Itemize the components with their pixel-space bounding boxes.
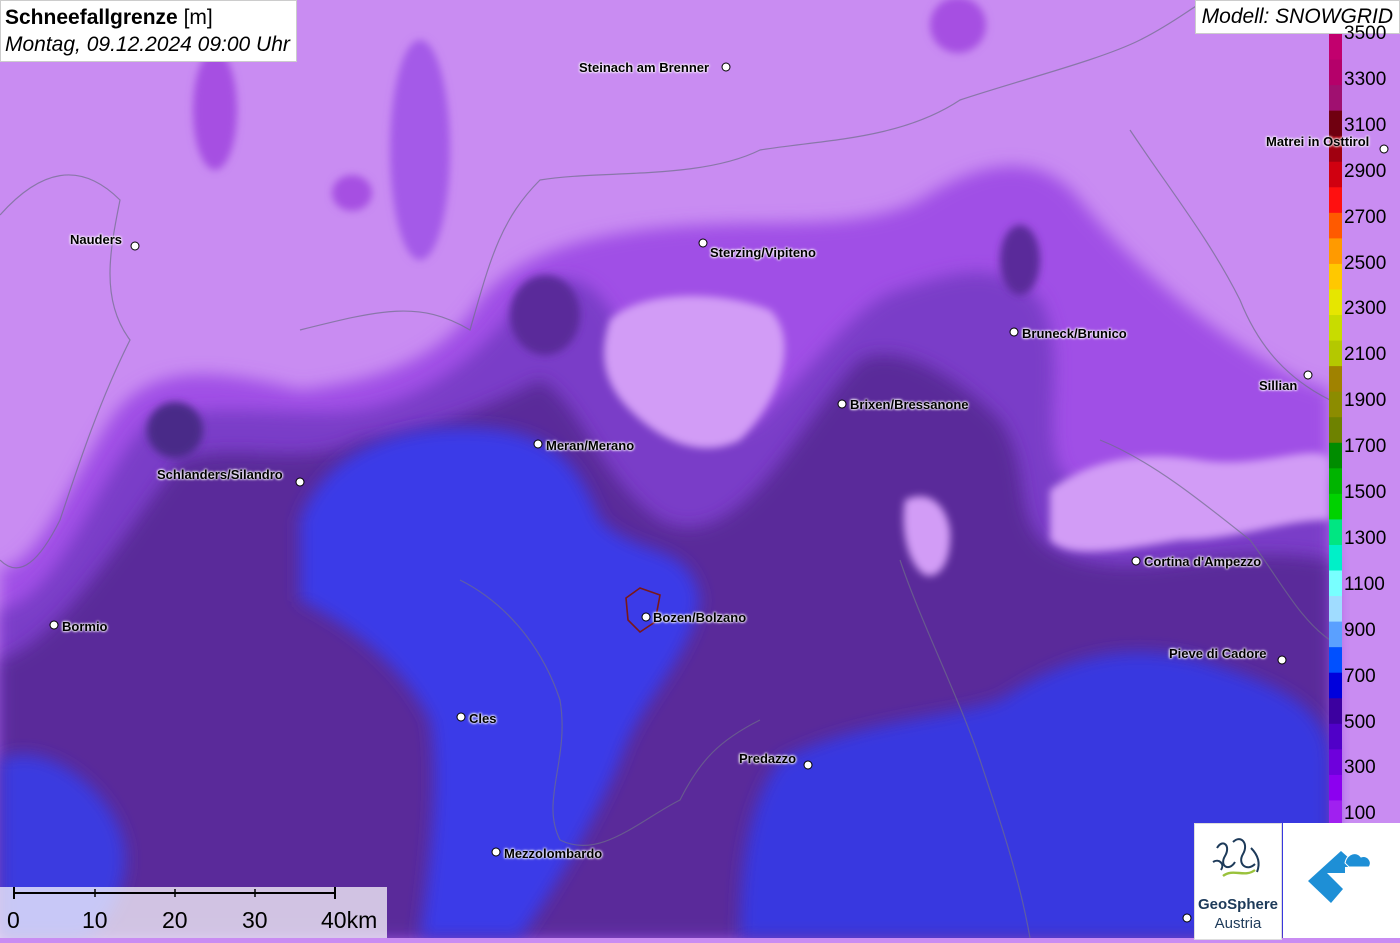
- city-label: Mezzolombardo: [504, 846, 603, 861]
- city-marker[interactable]: [1131, 556, 1141, 566]
- legend-swatch: [1329, 544, 1342, 572]
- legend-swatch: [1329, 621, 1342, 648]
- legend-swatch: [1329, 468, 1342, 495]
- geosphere-name: GeoSphere: [1197, 896, 1279, 913]
- legend-swatch: [1329, 596, 1342, 623]
- legend-label: 3500: [1344, 23, 1387, 44]
- city-marker[interactable]: [130, 241, 140, 251]
- legend-label: 1300: [1344, 527, 1387, 549]
- scale-bar: 0 10 20 30 40km: [0, 887, 387, 938]
- city-marker[interactable]: [533, 439, 543, 449]
- city-marker[interactable]: [1009, 327, 1019, 337]
- city-label: Schlanders/Silandro: [157, 467, 283, 482]
- map-title: Schneefallgrenze: [5, 6, 178, 29]
- legend-swatch: [1329, 161, 1342, 188]
- legend-swatch: [1329, 34, 1342, 61]
- legend-swatch: [1329, 774, 1342, 801]
- city-marker[interactable]: [698, 238, 708, 248]
- legend-swatch: [1329, 723, 1342, 750]
- city-label: Bruneck/Brunico: [1022, 326, 1127, 341]
- legend-label: 1900: [1344, 390, 1387, 412]
- app-logo[interactable]: [1283, 823, 1400, 938]
- legend-label: 300: [1344, 757, 1376, 779]
- legend-swatch: [1329, 85, 1342, 112]
- legend-swatch: [1329, 417, 1342, 444]
- legend-label: 1500: [1344, 482, 1387, 503]
- legend-color-bar: [1329, 34, 1342, 826]
- city-label: Meran/Merano: [546, 438, 635, 453]
- legend-swatch: [1329, 366, 1342, 393]
- legend-label: 100: [1344, 803, 1376, 825]
- city-marker[interactable]: [1303, 370, 1313, 380]
- city-label: Bormio: [62, 619, 108, 634]
- legend-swatch: [1329, 442, 1342, 469]
- city-label: Pieve di Cadore: [1169, 646, 1267, 661]
- city-label: Brixen/Bressanone: [850, 397, 969, 412]
- city-label: Cles: [469, 711, 497, 726]
- legend-swatch: [1329, 749, 1342, 776]
- legend-swatch: [1329, 315, 1342, 342]
- legend-swatch: [1329, 59, 1342, 86]
- legend-swatch: [1329, 263, 1342, 290]
- legend-swatch: [1329, 391, 1342, 418]
- city-marker[interactable]: [837, 399, 847, 409]
- geosphere-country: Austria: [1214, 915, 1262, 932]
- city-label: Steinach am Brenner: [579, 60, 710, 75]
- scale-label-0: 0: [7, 907, 20, 933]
- scale-label-30: 30: [242, 907, 268, 933]
- city-marker[interactable]: [1379, 144, 1389, 154]
- legend-swatch: [1329, 647, 1342, 674]
- legend-swatch: [1329, 493, 1342, 520]
- city-marker[interactable]: [491, 847, 501, 857]
- scale-label-10: 10: [82, 907, 108, 933]
- city-label: Matrei in Osttirol: [1266, 134, 1370, 149]
- legend-label: 2500: [1344, 252, 1387, 274]
- city-label: Sillian: [1259, 378, 1298, 393]
- legend-swatch: [1329, 698, 1342, 725]
- geosphere-mark-icon: [1212, 838, 1260, 878]
- legend-label: 2900: [1344, 160, 1387, 182]
- legend-swatch: [1329, 212, 1342, 239]
- city-marker[interactable]: [1182, 913, 1192, 923]
- legend-swatch: [1329, 519, 1342, 546]
- legend-swatch: [1329, 570, 1342, 597]
- legend-swatch: [1329, 340, 1342, 367]
- city-marker[interactable]: [1277, 655, 1287, 665]
- city-marker[interactable]: [295, 477, 305, 487]
- legend-label: 1100: [1344, 573, 1385, 595]
- map-datetime: Montag, 09.12.2024 09:00 Uhr: [5, 33, 290, 56]
- city-label: Predazzo: [739, 751, 797, 766]
- city-marker[interactable]: [721, 62, 731, 72]
- map-title-box: Schneefallgrenze [m] Montag, 09.12.2024 …: [0, 0, 297, 62]
- legend-swatch: [1329, 672, 1342, 699]
- legend-label: 2100: [1344, 344, 1387, 366]
- legend-swatch: [1329, 289, 1342, 316]
- city-label: Bozen/Bolzano: [653, 610, 747, 625]
- app-arrow-icon: [1308, 851, 1371, 903]
- legend-label: 2700: [1344, 206, 1387, 228]
- legend-swatch: [1329, 187, 1342, 214]
- legend-label: 500: [1344, 711, 1376, 733]
- city-marker[interactable]: [641, 612, 651, 622]
- legend-label: 1700: [1344, 436, 1387, 458]
- city-marker[interactable]: [803, 760, 813, 770]
- legend-label: 900: [1344, 619, 1376, 641]
- city-label: Nauders: [70, 232, 123, 247]
- legend-swatch: [1329, 110, 1342, 137]
- legend-swatch: [1329, 238, 1342, 265]
- map-title-unit: [m]: [183, 6, 213, 29]
- city-label: Sterzing/Vipiteno: [710, 245, 816, 260]
- city-label: Cortina d'Ampezzo: [1144, 554, 1262, 569]
- geosphere-austria-logo[interactable]: GeoSphere Austria: [1194, 823, 1282, 940]
- scale-label-20: 20: [162, 907, 188, 933]
- scale-label-40km: 40km: [321, 907, 378, 933]
- legend-label: 3300: [1344, 68, 1387, 90]
- color-legend: 3500 3300 3100 2900 2700 2500 2300 2100 1900 1700…: [1329, 23, 1400, 826]
- legend-label: 2300: [1344, 298, 1387, 320]
- city-marker[interactable]: [49, 620, 59, 630]
- city-marker[interactable]: [456, 712, 466, 722]
- legend-label: 700: [1344, 665, 1376, 687]
